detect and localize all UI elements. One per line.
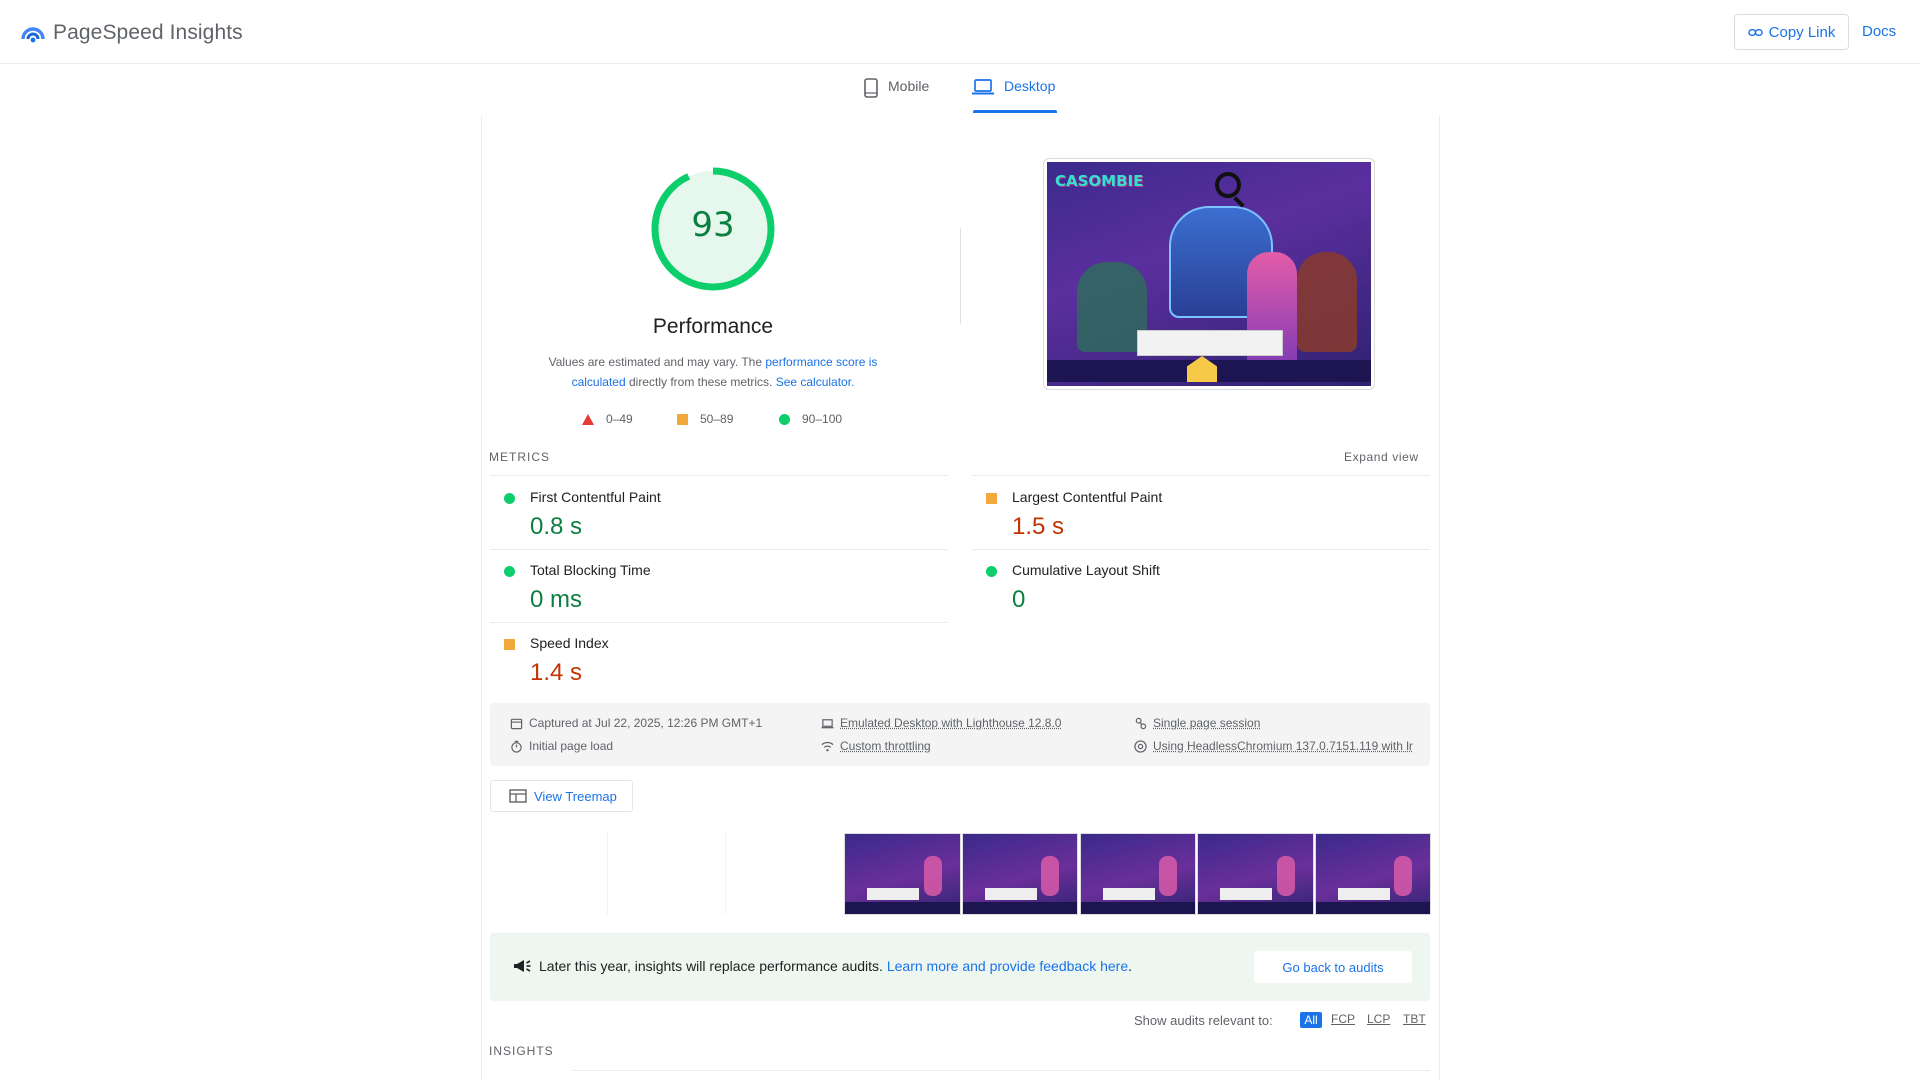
link-icon: [1747, 28, 1763, 36]
session-type[interactable]: Single page session: [1134, 716, 1260, 730]
filmstrip-frame-3: [726, 833, 844, 915]
runtime-settings: [490, 703, 1430, 766]
legend-average: 50–89: [677, 412, 733, 426]
final-screenshot[interactable]: CASOMBIE: [1043, 158, 1375, 390]
device-icon: [821, 718, 834, 728]
session-icon: [1135, 717, 1147, 729]
metric-cls-value: 0: [1012, 586, 1026, 613]
expand-view-toggle[interactable]: Expand view: [1344, 450, 1419, 464]
performance-score-value: 93: [691, 205, 735, 245]
metric-lcp-value: 1.5 s: [1012, 513, 1065, 540]
screenshot-image: CASOMBIE: [1047, 162, 1371, 386]
treemap-icon: [509, 789, 527, 803]
tab-mobile[interactable]: Mobile: [864, 78, 929, 114]
view-treemap-button[interactable]: View Treemap: [490, 780, 633, 812]
performance-title: Performance: [652, 315, 774, 338]
filter-chip-fcp[interactable]: FCP: [1331, 1012, 1355, 1026]
active-tab-indicator: [973, 110, 1057, 113]
filter-chip-all[interactable]: All: [1300, 1012, 1322, 1028]
pass-circle-icon: [504, 566, 515, 577]
average-square-icon: [986, 493, 997, 504]
performance-description: Values are estimated and may vary. The p…: [548, 355, 878, 389]
filmstrip-frame-2: [608, 833, 726, 915]
top-header: PageSpeed Insights Copy Link Docs: [0, 0, 1920, 64]
learn-more-link[interactable]: Learn more and provide feedback here: [887, 958, 1128, 974]
legend-fail: 0–49: [582, 412, 633, 426]
see-calculator-link[interactable]: See calculator.: [776, 375, 855, 389]
legend-pass: 90–100: [779, 412, 842, 426]
pass-circle-icon: [779, 413, 790, 425]
initial-page-load: Initial page load: [510, 739, 613, 753]
megaphone-icon: [514, 960, 531, 972]
copy-link-button[interactable]: Copy Link: [1734, 14, 1849, 50]
timer-icon: [511, 740, 522, 753]
app-title: PageSpeed Insights: [53, 21, 243, 44]
average-square-icon: [504, 639, 515, 650]
filmstrip-frame-7: [1197, 833, 1314, 915]
filmstrip-frame-6: [1080, 833, 1196, 915]
emulated-device[interactable]: Emulated Desktop with Lighthouse 12.8.0: [821, 716, 1061, 730]
metric-fcp-value: 0.8 s: [530, 513, 583, 540]
filmstrip-frame-1: [490, 833, 608, 915]
insights-section-label: INSIGHTS: [489, 1044, 554, 1058]
tab-desktop-label: Desktop: [1004, 78, 1056, 94]
calendar-icon: [510, 718, 523, 729]
site-logo: CASOMBIE: [1055, 172, 1144, 190]
audit-filter-label: Show audits relevant to:: [1134, 1013, 1273, 1028]
captured-at: Captured at Jul 22, 2025, 12:26 PM GMT+1: [510, 716, 762, 730]
tab-desktop[interactable]: Desktop: [972, 78, 1055, 114]
network-throttling[interactable]: Custom throttling: [821, 739, 931, 753]
metrics-section-label: METRICS: [489, 450, 550, 464]
filmstrip-frame-5: [962, 833, 1078, 915]
go-back-to-audits-button[interactable]: Go back to audits: [1254, 951, 1412, 983]
tab-mobile-label: Mobile: [888, 78, 930, 94]
metric-tbt-value: 0 ms: [530, 586, 583, 613]
filter-chip-tbt[interactable]: TBT: [1403, 1012, 1426, 1026]
pass-circle-icon: [504, 493, 515, 504]
pagespeed-logo-icon: [21, 27, 45, 43]
app-logo[interactable]: PageSpeed Insights: [20, 20, 243, 46]
pass-circle-icon: [986, 566, 997, 577]
phone-icon: [864, 78, 878, 98]
copy-link-label: Copy Link: [1768, 23, 1836, 41]
browser-version[interactable]: Using HeadlessChromium 137.0.7151.119 wi…: [1134, 739, 1420, 753]
metric-si-value: 1.4 s: [530, 659, 583, 686]
fail-triangle-icon: [582, 413, 594, 425]
filter-chip-lcp[interactable]: LCP: [1367, 1012, 1390, 1026]
summary-divider: [960, 228, 961, 324]
filmstrip-frame-8: [1315, 833, 1431, 915]
search-icon: [1215, 172, 1241, 198]
average-square-icon: [677, 413, 688, 425]
filmstrip-frame-4: [844, 833, 961, 915]
docs-link[interactable]: Docs: [1862, 23, 1896, 40]
chrome-icon: [1134, 739, 1147, 753]
laptop-icon: [972, 79, 994, 95]
wifi-icon: [821, 741, 834, 751]
banner-message: Later this year, insights will replace p…: [539, 958, 887, 974]
